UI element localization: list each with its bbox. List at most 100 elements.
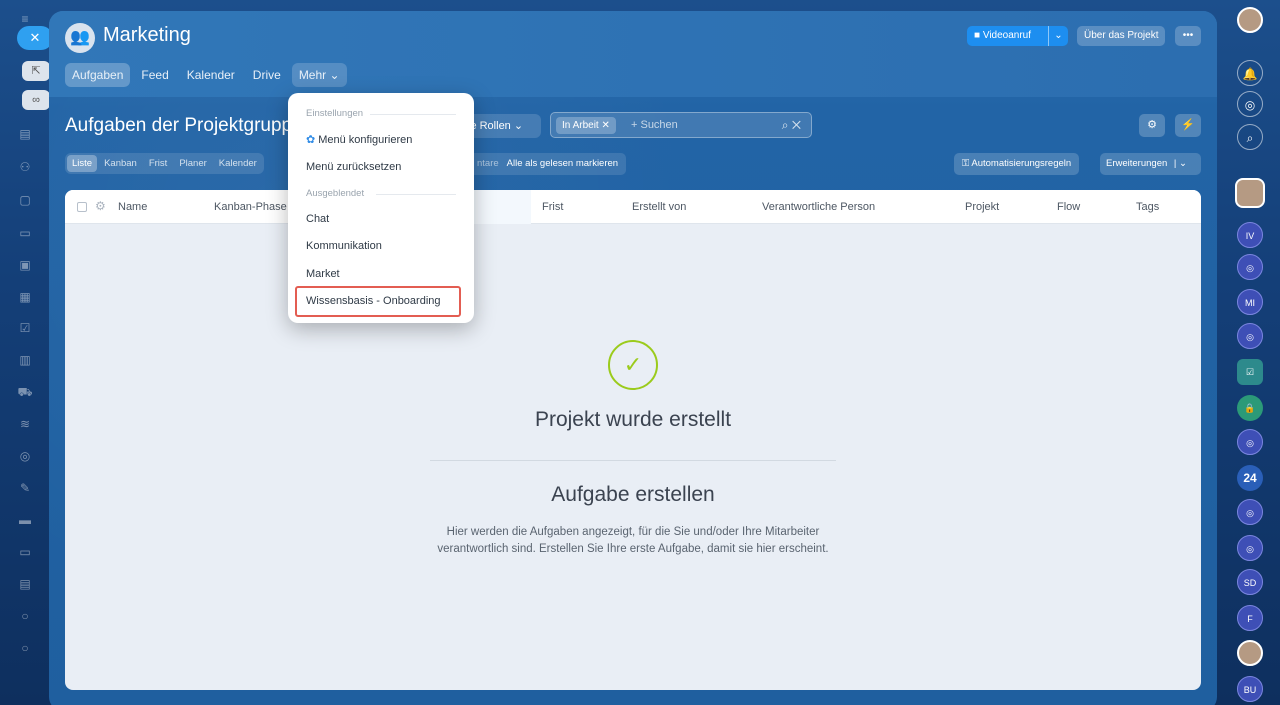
chat-mi[interactable]: MI [1237, 289, 1263, 315]
select-all-checkbox[interactable] [77, 202, 87, 212]
cart-icon[interactable]: ⛟ [16, 383, 34, 401]
search-icon[interactable]: ⌕ [1237, 124, 1263, 150]
col-project[interactable]: Projekt [965, 201, 999, 213]
analytics-icon[interactable]: ▥ [16, 351, 34, 369]
archive-icon[interactable]: ▤ [16, 575, 34, 593]
chat-bu[interactable]: BU [1237, 676, 1263, 702]
right-sidebar: 🔔 ◎ ⌕ IV ◎ MI ◎ ☑ 🔒 ◎ 24 ◎ ◎ SD F BU [1222, 0, 1280, 705]
left-sidebar: ≡ ✕ ⇱ ∞ ▤ ⚇ ▢ ▭ ▣ ▦ ☑ ▥ ⛟ ≋ ◎ ✎ ▬ ▭ ▤ ○ … [0, 0, 53, 705]
screen-icon[interactable]: ▭ [16, 543, 34, 561]
menu-item-chat[interactable]: Chat [306, 213, 329, 225]
gear-icon: ✿ [306, 134, 316, 146]
column-highlight [465, 190, 531, 224]
copilot-icon[interactable]: ◎ [1237, 91, 1263, 117]
col-kanban-phase[interactable]: Kanban-Phase [214, 201, 287, 213]
project-nav: Aufgaben Feed Kalender Drive Mehr ⌄ [65, 63, 347, 87]
chat-f[interactable]: F [1237, 605, 1263, 631]
gear-icon[interactable]: ⚙ [1139, 114, 1165, 137]
chat-channel-icon[interactable]: ◎ [1237, 535, 1263, 561]
extensions-button[interactable]: Erweiterungen | ⌄ [1100, 153, 1201, 175]
box-icon[interactable]: ▬ [16, 511, 34, 529]
chat-channel-icon[interactable]: ◎ [1237, 499, 1263, 525]
chat-sd[interactable]: SD [1237, 569, 1263, 595]
menu-section-settings: Einstellungen [306, 108, 364, 119]
tab-calendar[interactable]: Kalender [214, 155, 262, 172]
bitrix24-chat[interactable]: 24 [1237, 465, 1263, 491]
feed-icon[interactable]: ▤ [16, 125, 34, 143]
copy-link-icon[interactable]: ∞ [22, 90, 50, 110]
more-dropdown-menu: Einstellungen ✿ Menü konfigurieren Menü z… [288, 93, 474, 323]
search-icon[interactable]: ⌕ [782, 118, 789, 132]
menu-configure-label: Menü konfigurieren [318, 134, 413, 146]
column-settings-icon[interactable]: ⚙ [95, 199, 106, 213]
tab-deadline[interactable]: Frist [144, 155, 172, 172]
tasks-icon[interactable]: ☑ [16, 319, 34, 337]
success-title: Projekt wurde erstellt [534, 408, 732, 431]
chat-iv[interactable]: IV [1237, 222, 1263, 248]
remove-tag-icon[interactable]: ✕ [601, 120, 609, 131]
video-call-label: Videoanruf [982, 30, 1032, 41]
empty-state-description: Hier werden die Aufgaben angezeigt, für … [437, 526, 829, 555]
project-group-icon: 👥 [65, 23, 95, 53]
contact-avatar[interactable] [1237, 640, 1263, 666]
task-list-panel: ⚙ Name Kanban-Phase Frist Erstellt von V… [65, 190, 1201, 690]
lock-icon[interactable]: 🔒 [1237, 395, 1263, 421]
calendar-icon[interactable]: ▦ [16, 288, 34, 306]
mark-all-read-button[interactable]: ntare Alle als gelesen markieren [469, 153, 627, 175]
project-slider: 👥 Marketing Aufgaben Feed Kalender Drive… [49, 11, 1217, 705]
menu-reset-item[interactable]: Menü zurücksetzen [306, 161, 401, 173]
circle-icon[interactable]: ○ [16, 607, 34, 625]
clear-icon[interactable]: ✕ [792, 118, 801, 132]
video-call-button[interactable]: ■ Videoanruf ⌄ [967, 26, 1068, 46]
contact-avatar[interactable] [1235, 178, 1265, 208]
chat-channel-icon[interactable]: ◎ [1237, 429, 1263, 455]
checkmark-icon: ✓ [608, 340, 658, 390]
nav-feed[interactable]: Feed [134, 63, 175, 87]
col-deadline[interactable]: Frist [542, 201, 563, 213]
drive-icon[interactable]: ▭ [16, 224, 34, 242]
menu-item-communication[interactable]: Kommunikation [306, 240, 382, 252]
lightning-icon[interactable]: ⚡ [1175, 114, 1201, 137]
tab-list[interactable]: Liste [67, 155, 98, 172]
filter-tag-label: In Arbeit [562, 120, 599, 131]
chat-icon[interactable]: ▣ [16, 256, 34, 274]
tasks-chat-icon[interactable]: ☑ [1237, 359, 1263, 385]
create-task-title[interactable]: Aufgabe erstellen [65, 483, 1201, 507]
col-created-by[interactable]: Erstellt von [632, 201, 686, 213]
section-divider [370, 114, 456, 115]
target-icon[interactable]: ◎ [16, 447, 34, 465]
nav-drive[interactable]: Drive [246, 63, 288, 87]
col-responsible[interactable]: Verantwortliche Person [762, 201, 875, 213]
nav-tasks[interactable]: Aufgaben [65, 63, 131, 87]
chevron-down-icon[interactable]: ⌄ [1048, 26, 1068, 46]
chevron-down-icon: ⌄ [513, 120, 524, 132]
search-filter-box[interactable]: In Arbeit ✕ + Suchen ⌕ ✕ [550, 112, 812, 138]
documents-icon[interactable]: ▢ [16, 191, 34, 209]
pen-icon[interactable]: ✎ [16, 479, 34, 497]
about-project-button[interactable]: Über das Projekt [1077, 26, 1166, 46]
settings-icon[interactable]: ○ [16, 639, 34, 657]
menu-item-market[interactable]: Market [306, 268, 340, 280]
chat-channel-icon[interactable]: ◎ [1237, 254, 1263, 280]
automation-rules-button[interactable]: ⚿ Automatisierungsregeln [954, 153, 1080, 175]
more-options-button[interactable]: ••• [1175, 26, 1201, 46]
nav-calendar[interactable]: Kalender [180, 63, 242, 87]
filter-icon[interactable]: ≋ [16, 415, 34, 433]
search-input[interactable]: + Suchen [631, 119, 678, 131]
open-new-window-icon[interactable]: ⇱ [22, 61, 50, 81]
tab-kanban[interactable]: Kanban [99, 155, 142, 172]
filter-tag[interactable]: In Arbeit ✕ [556, 117, 616, 134]
menu-configure-item[interactable]: ✿ Menü konfigurieren [306, 133, 412, 146]
chat-channel-icon[interactable]: ◎ [1237, 323, 1263, 349]
groups-icon[interactable]: ⚇ [16, 158, 34, 176]
col-flow[interactable]: Flow [1057, 201, 1080, 213]
col-tags[interactable]: Tags [1136, 201, 1159, 213]
roles-label: le Rollen [468, 120, 511, 132]
nav-more-button[interactable]: Mehr ⌄ [291, 63, 347, 87]
table-header: ⚙ Name Kanban-Phase Frist Erstellt von V… [65, 190, 1201, 224]
close-slider-button[interactable]: ✕ [17, 26, 53, 50]
col-name[interactable]: Name [118, 201, 147, 213]
user-avatar[interactable] [1237, 7, 1263, 33]
notifications-icon[interactable]: 🔔 [1237, 60, 1263, 86]
tab-planner[interactable]: Planer [174, 155, 211, 172]
